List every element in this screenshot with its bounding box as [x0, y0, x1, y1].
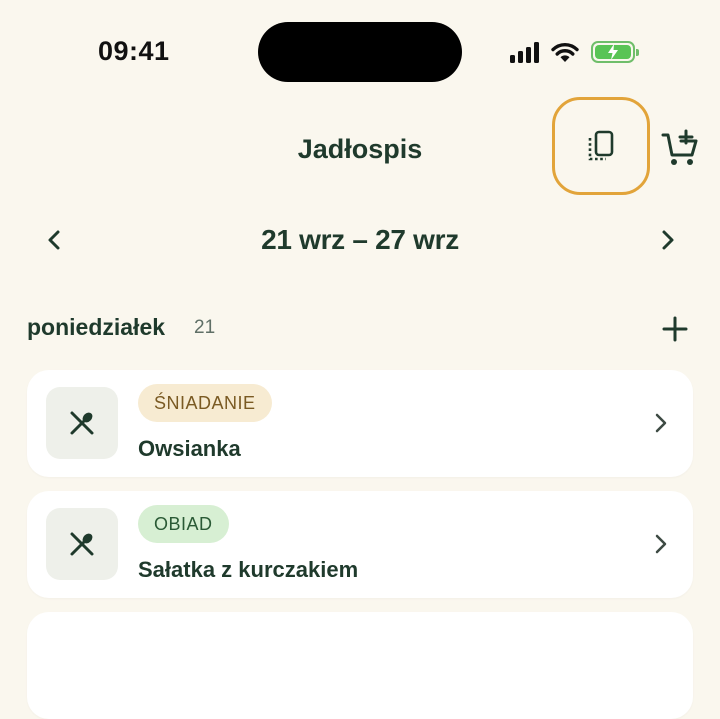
add-to-cart-button[interactable] — [656, 124, 704, 172]
status-icons — [510, 38, 639, 66]
chevron-right-icon — [662, 230, 674, 250]
day-number: 21 — [194, 317, 216, 338]
meal-thumbnail — [46, 387, 118, 459]
meal-type-badge: OBIAD — [138, 505, 229, 543]
fork-spoon-icon — [70, 532, 94, 556]
meal-name: Owsianka — [138, 436, 241, 461]
meal-card-partial[interactable] — [27, 612, 693, 719]
meal-name: Sałatka z kurczakiem — [138, 557, 359, 582]
meal-type-badge: ŚNIADANIE — [138, 384, 272, 422]
meal-chevron — [651, 408, 671, 438]
add-to-cart-icon — [661, 129, 698, 165]
meal-card-lunch[interactable]: OBIAD Sałatka z kurczakiem — [27, 491, 693, 598]
wifi-icon — [551, 42, 579, 62]
meal-card-breakfast[interactable]: ŚNIADANIE Owsianka — [27, 370, 693, 477]
chevron-right-icon — [655, 534, 667, 554]
add-meal-button[interactable] — [656, 310, 694, 348]
plus-icon — [662, 316, 688, 342]
copy-week-icon — [588, 130, 614, 161]
next-week-button[interactable] — [650, 222, 686, 258]
battery-icon — [591, 41, 639, 63]
status-time: 09:41 — [98, 36, 170, 66]
copy-week-button[interactable] — [552, 97, 650, 195]
meal-chevron — [651, 529, 671, 559]
meal-thumbnail — [46, 508, 118, 580]
dynamic-island — [258, 22, 462, 82]
week-range-label: 21 wrz – 27 wrz — [261, 224, 459, 255]
fork-spoon-icon — [70, 411, 94, 435]
day-name: poniedziałek — [27, 314, 166, 340]
cellular-signal-icon — [510, 41, 539, 63]
chevron-right-icon — [655, 413, 667, 433]
